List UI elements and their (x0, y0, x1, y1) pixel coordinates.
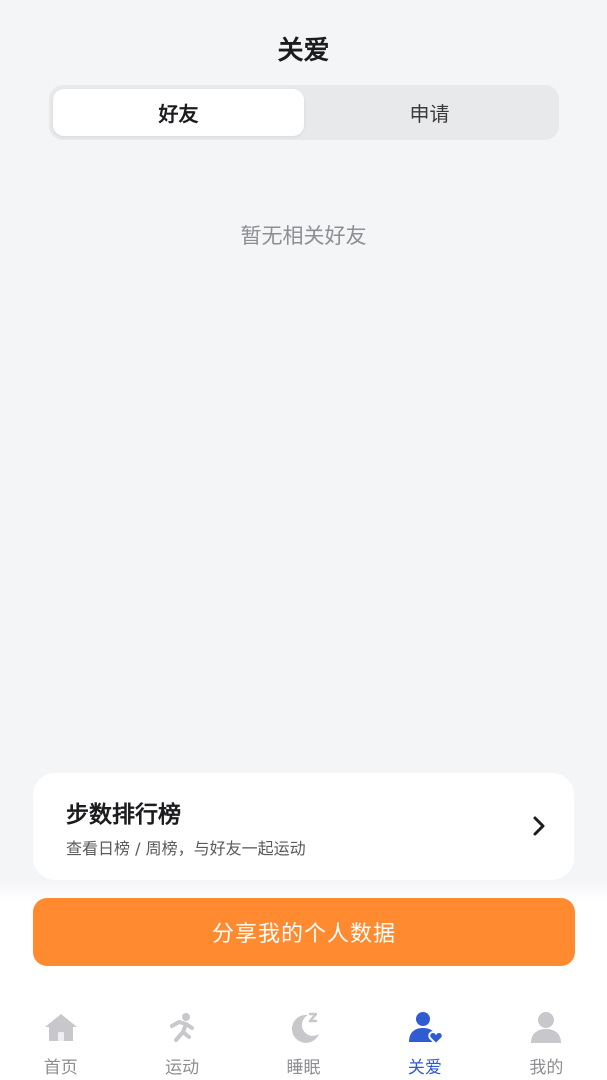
tabbar-label: 关爱 (407, 1058, 442, 1078)
profile-icon (531, 1012, 562, 1043)
tabbar-label: 我的 (529, 1058, 564, 1078)
segmented-control: 好友 申请 (49, 85, 559, 140)
running-icon (170, 1013, 195, 1042)
tabbar-item-home[interactable]: 首页 (0, 1000, 121, 1080)
sleep-moon-icon (291, 1012, 319, 1043)
ranking-title: 步数排行榜 (66, 802, 181, 828)
care-page: 关爱 好友 申请 暂无相关好友 步数排行榜 查看日榜 / 周榜，与好友一起运动 … (0, 0, 607, 1080)
home-icon (44, 1014, 77, 1041)
empty-state-text: 暂无相关好友 (240, 224, 367, 248)
bottom-tab-bar: 首页 运动 睡眠 关爱 我的 (0, 1000, 607, 1080)
ranking-subtitle: 查看日榜 / 周榜，与好友一起运动 (66, 839, 306, 858)
tabbar-item-mine[interactable]: 我的 (486, 1000, 607, 1080)
care-people-icon (408, 1012, 444, 1046)
tabbar-item-care[interactable]: 关爱 (364, 1000, 485, 1080)
chevron-right-icon (533, 816, 545, 836)
tab-requests[interactable]: 申请 (304, 89, 555, 136)
tabbar-label: 睡眠 (286, 1058, 321, 1078)
page-title: 关爱 (277, 36, 330, 66)
tabbar-item-exercise[interactable]: 运动 (121, 1000, 242, 1080)
share-personal-data-button[interactable]: 分享我的个人数据 (33, 898, 575, 966)
tabbar-label: 运动 (165, 1058, 200, 1078)
tabbar-item-sleep[interactable]: 睡眠 (243, 1000, 364, 1080)
tab-friends[interactable]: 好友 (53, 89, 304, 136)
step-ranking-card[interactable]: 步数排行榜 查看日榜 / 周榜，与好友一起运动 (33, 773, 574, 880)
tabbar-label: 首页 (43, 1058, 78, 1078)
